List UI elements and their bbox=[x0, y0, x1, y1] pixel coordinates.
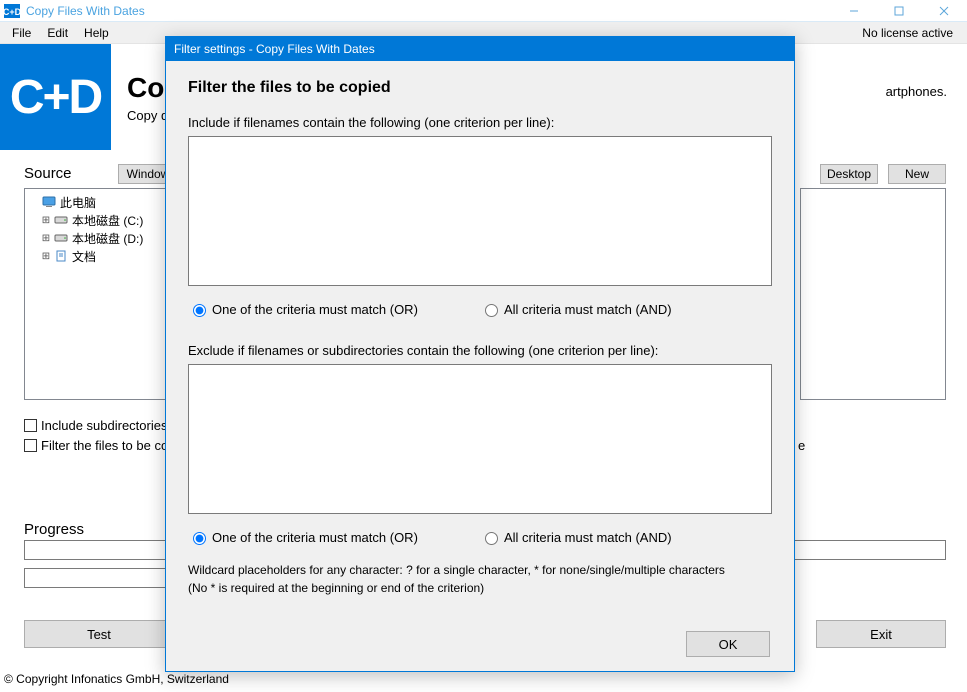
brand-right-text: artphones. bbox=[886, 84, 947, 99]
truncated-text: e bbox=[798, 438, 805, 453]
tree-c-drive[interactable]: ⊞ 本地磁盘 (C:) bbox=[39, 211, 171, 229]
menu-file[interactable]: File bbox=[4, 24, 39, 42]
include-subdir-row[interactable]: Include subdirectories bbox=[24, 418, 167, 433]
radio-icon[interactable] bbox=[193, 304, 206, 317]
dialog-title: Filter settings - Copy Files With Dates bbox=[174, 42, 375, 56]
expander-icon[interactable]: ⊞ bbox=[39, 233, 53, 244]
document-icon bbox=[53, 249, 69, 263]
maximize-button[interactable] bbox=[877, 0, 922, 22]
tree-root-label: 此电脑 bbox=[60, 194, 96, 211]
tree-d-drive[interactable]: ⊞ 本地磁盘 (D:) bbox=[39, 229, 171, 247]
checkbox-icon[interactable] bbox=[24, 419, 37, 432]
filter-files-label: Filter the files to be co bbox=[41, 438, 168, 453]
progress-label: Progress bbox=[24, 521, 84, 538]
tree-docs-label: 文档 bbox=[72, 248, 96, 265]
dialog-heading: Filter the files to be copied bbox=[188, 79, 772, 97]
exit-button[interactable]: Exit bbox=[816, 620, 946, 648]
expander-icon[interactable]: ⊞ bbox=[39, 215, 53, 226]
exclude-or-radio[interactable]: One of the criteria must match (OR) bbox=[188, 529, 480, 545]
radio-icon[interactable] bbox=[485, 532, 498, 545]
hint-line-1: Wildcard placeholders for any character:… bbox=[188, 561, 772, 579]
filter-settings-dialog: Filter settings - Copy Files With Dates … bbox=[165, 36, 795, 672]
source-label: Source bbox=[24, 165, 72, 182]
window-controls bbox=[832, 0, 967, 22]
license-status: No license active bbox=[862, 26, 963, 40]
exclude-and-radio[interactable]: All criteria must match (AND) bbox=[480, 529, 772, 545]
copyright-text: © Copyright Infonatics GmbH, Switzerland bbox=[4, 672, 229, 686]
include-subdir-label: Include subdirectories bbox=[41, 418, 167, 433]
include-and-radio[interactable]: All criteria must match (AND) bbox=[480, 301, 772, 317]
main-titlebar: C+D Copy Files With Dates bbox=[0, 0, 967, 22]
exclude-and-label: All criteria must match (AND) bbox=[504, 530, 672, 545]
close-button[interactable] bbox=[922, 0, 967, 22]
tree-docs[interactable]: ⊞ 文档 bbox=[39, 247, 171, 265]
tree-d-label: 本地磁盘 (D:) bbox=[72, 230, 143, 247]
tree-c-label: 本地磁盘 (C:) bbox=[72, 212, 143, 229]
minimize-button[interactable] bbox=[832, 0, 877, 22]
dialog-titlebar[interactable]: Filter settings - Copy Files With Dates bbox=[166, 37, 794, 61]
brand-logo: C+D bbox=[0, 44, 111, 150]
source-tree[interactable]: 此电脑 ⊞ 本地磁盘 (C:) ⊞ 本地磁盘 (D:) ⊞ 文档 bbox=[24, 188, 174, 400]
test-button[interactable]: Test bbox=[24, 620, 174, 648]
include-textarea[interactable] bbox=[188, 136, 772, 286]
svg-text:C+D: C+D bbox=[4, 7, 20, 17]
computer-icon bbox=[41, 195, 57, 209]
desktop-button[interactable]: Desktop bbox=[820, 164, 878, 184]
include-and-label: All criteria must match (AND) bbox=[504, 302, 672, 317]
drive-icon bbox=[53, 231, 69, 245]
exclude-textarea[interactable] bbox=[188, 364, 772, 514]
checkbox-icon[interactable] bbox=[24, 439, 37, 452]
menu-help[interactable]: Help bbox=[76, 24, 117, 42]
radio-icon[interactable] bbox=[193, 532, 206, 545]
new-button[interactable]: New bbox=[888, 164, 946, 184]
hint-line-2: (No * is required at the beginning or en… bbox=[188, 579, 772, 597]
filter-files-row[interactable]: Filter the files to be co bbox=[24, 438, 168, 453]
radio-icon[interactable] bbox=[485, 304, 498, 317]
tree-root[interactable]: 此电脑 bbox=[27, 193, 171, 211]
menu-edit[interactable]: Edit bbox=[39, 24, 76, 42]
exclude-or-label: One of the criteria must match (OR) bbox=[212, 530, 418, 545]
destination-panel[interactable] bbox=[800, 188, 946, 400]
drive-icon bbox=[53, 213, 69, 227]
ok-button[interactable]: OK bbox=[686, 631, 770, 657]
include-or-radio[interactable]: One of the criteria must match (OR) bbox=[188, 301, 480, 317]
exclude-label: Exclude if filenames or subdirectories c… bbox=[188, 343, 772, 358]
expander-icon[interactable]: ⊞ bbox=[39, 251, 53, 262]
include-or-label: One of the criteria must match (OR) bbox=[212, 302, 418, 317]
include-label: Include if filenames contain the followi… bbox=[188, 115, 772, 130]
app-icon: C+D bbox=[4, 4, 20, 18]
progress-field-3 bbox=[780, 540, 946, 560]
window-title: Copy Files With Dates bbox=[26, 4, 145, 18]
